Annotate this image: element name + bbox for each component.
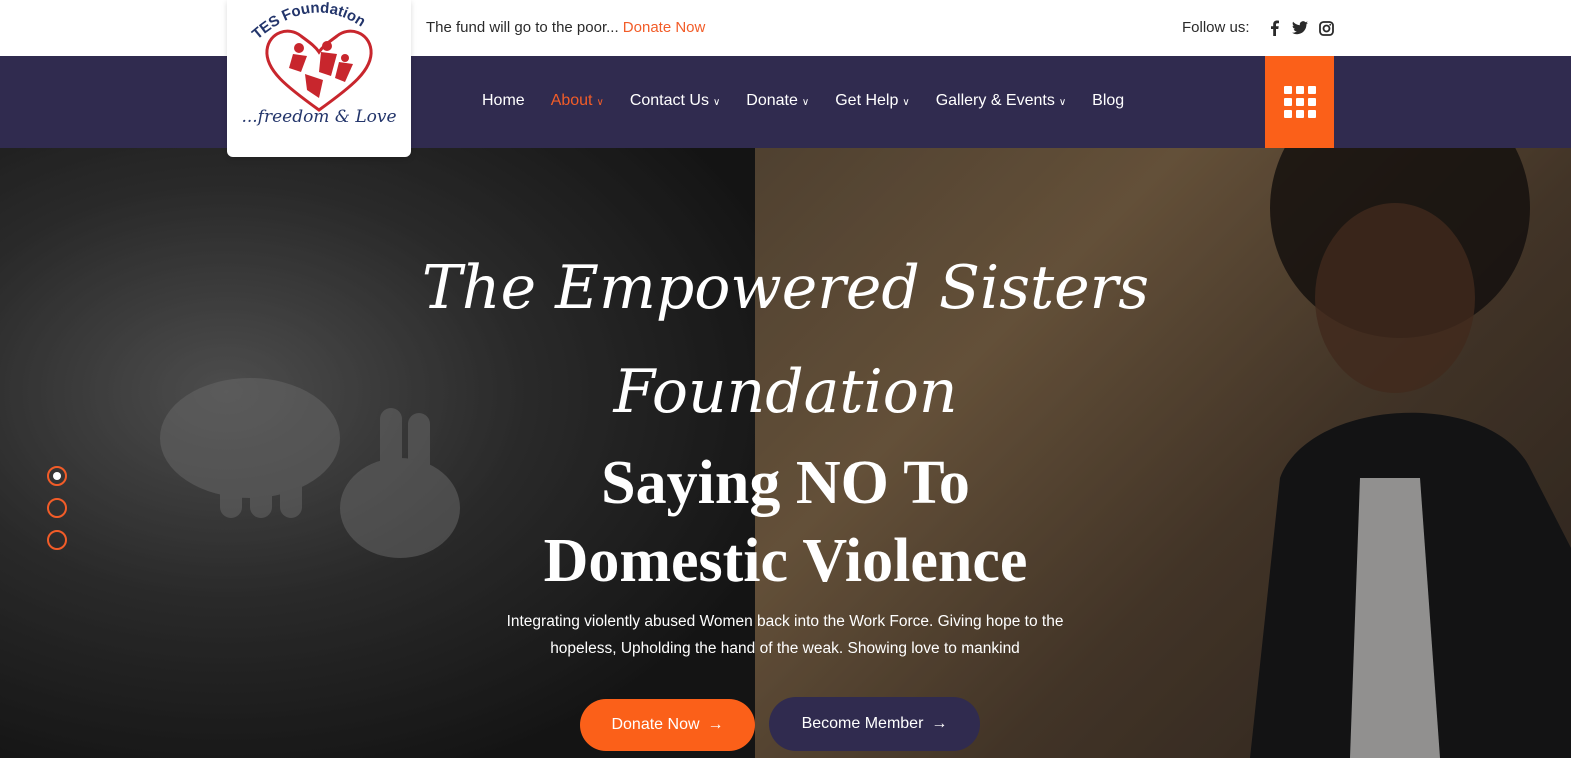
nav-get-help[interactable]: Get Help ∨ [835,92,909,110]
hero-headline-line1: Saying NO To [601,449,970,517]
svg-text:TES Foundation: TES Foundation [249,2,369,43]
nav-contact-us-label: Contact Us [629,92,709,109]
grid-menu-button[interactable] [1265,56,1334,148]
nav-home-label: Home [482,92,525,109]
instagram-icon[interactable] [1318,19,1334,37]
slide-dot-1[interactable] [47,466,67,486]
chevron-down-icon: ∨ [596,96,604,108]
chevron-down-icon: ∨ [1058,96,1067,108]
hero-slider: The Empowered Sisters Foundation Saying … [0,148,1571,758]
arrow-right-icon: → [931,715,948,732]
nav-blog[interactable]: Blog [1092,92,1124,110]
chevron-down-icon: ∨ [801,96,810,108]
hero-subtitle-line1: Integrating violently abused Women back … [506,613,1064,630]
arrow-right-icon: → [707,716,724,733]
social-links [1266,19,1334,37]
topbar-message: The fund will go to the poor... Donate N… [426,19,705,36]
hero-script-title: The Empowered Sisters Foundation [0,236,1571,444]
slider-pagination [47,466,67,562]
nav-blog-label: Blog [1092,92,1125,109]
nav-donate[interactable]: Donate ∨ [746,92,809,110]
donate-now-label: Donate Now [611,716,700,733]
nav-get-help-label: Get Help [835,92,899,109]
nav-about[interactable]: About ∨ [551,92,604,110]
facebook-icon[interactable] [1266,19,1282,37]
main-menu: Home About ∨ Contact Us ∨ Donate ∨ Get H… [482,92,1150,110]
site-logo[interactable]: TES Foundation ...freedom & Love [227,0,411,157]
slide-dot-3[interactable] [47,530,67,550]
topbar-donate-link[interactable]: Donate Now [623,19,706,36]
nav-gallery-events-label: Gallery & Events [935,92,1055,109]
slide-dot-2[interactable] [47,498,67,518]
nav-about-label: About [550,92,593,109]
logo-emblem: TES Foundation [249,2,373,112]
hero-headline-line2: Domestic Violence [543,527,1028,595]
topbar-message-text: The fund will go to the poor... [426,19,619,36]
nav-donate-label: Donate [746,92,798,109]
grid-menu-icon [1283,86,1316,118]
twitter-icon[interactable] [1292,19,1308,37]
hero-script-line1: The Empowered Sisters [421,253,1150,323]
nav-contact-us[interactable]: Contact Us ∨ [630,92,720,110]
follow-label: Follow us: [1182,19,1250,36]
logo-tagline: ...freedom & Love [241,107,397,127]
nav-gallery-events[interactable]: Gallery & Events ∨ [936,92,1066,110]
chevron-down-icon: ∨ [902,96,910,108]
logo-name: TES Foundation [249,2,369,43]
become-member-button[interactable]: Become Member → [769,697,980,751]
chevron-down-icon: ∨ [712,96,721,108]
hero-script-line2: Foundation [613,357,958,427]
become-member-label: Become Member [801,715,924,732]
hero-subtitle: Integrating violently abused Women back … [470,608,1100,662]
nav-home[interactable]: Home [482,92,525,110]
donate-now-button[interactable]: Donate Now → [580,699,755,751]
hero-headline: Saying NO To Domestic Violence [0,444,1571,600]
hero-subtitle-line2: hopeless, Upholding the hand of the weak… [550,640,1020,657]
